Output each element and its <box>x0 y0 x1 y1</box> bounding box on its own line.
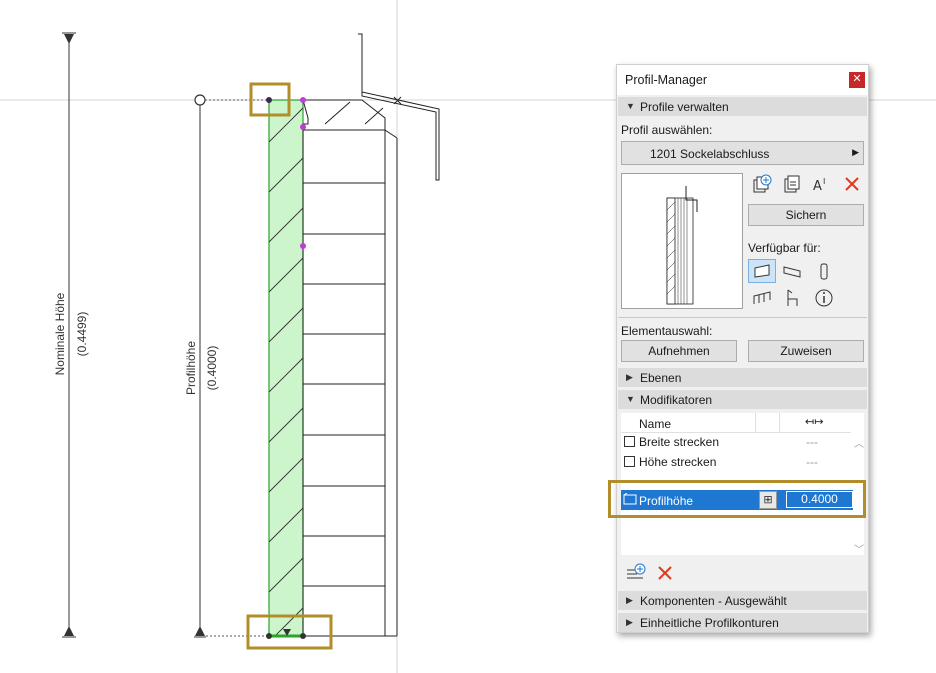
pick-button[interactable]: Aufnehmen <box>621 340 737 362</box>
table-row[interactable]: Höhe strecken --- <box>621 452 851 471</box>
table-row[interactable]: Breite strecken --- <box>621 432 851 451</box>
select-profile-label: Profil auswählen: <box>621 123 713 137</box>
profile-manager-palette: Profil-Manager ✕ ▼ Profile verwalten Pro… <box>616 64 869 633</box>
delete-icon[interactable] <box>841 173 863 195</box>
section-profile-manage[interactable]: ▼ Profile verwalten <box>618 97 867 116</box>
profile-dropdown[interactable]: 1201 Sockelabschluss ▶ <box>621 141 864 165</box>
svg-text:A: A <box>813 179 822 194</box>
handle-bottom-right[interactable] <box>300 633 306 639</box>
info-icon[interactable] <box>813 287 835 309</box>
close-icon[interactable]: ✕ <box>849 72 865 88</box>
handle-upper[interactable] <box>300 124 306 130</box>
object-tool-icon[interactable] <box>781 287 803 309</box>
selected-profile-value: 1201 Sockelabschluss <box>650 147 770 161</box>
nominal-height-dimension: Nominale Höhe (0.4499) <box>53 32 89 638</box>
scroll-down-icon[interactable]: ﹀ <box>854 541 864 556</box>
handle-bottom-left[interactable] <box>266 633 272 639</box>
section-uniform-contours[interactable]: ▶ Einheitliche Profilkonturen <box>618 613 867 632</box>
brick-wall <box>302 33 440 637</box>
duplicate-profile-icon[interactable] <box>781 173 803 195</box>
profile-preview <box>621 173 743 309</box>
stretch-width-checkbox[interactable] <box>624 436 635 447</box>
profile-height-label: Profilhöhe <box>184 341 198 395</box>
palette-title-bar[interactable]: Profil-Manager ✕ <box>617 65 868 95</box>
scroll-up-icon[interactable]: ︿ <box>854 435 864 450</box>
delete-modifier-icon[interactable] <box>654 562 676 584</box>
available-for-label: Verfügbar für: <box>748 241 821 255</box>
element-selection-label: Elementauswahl: <box>621 324 713 338</box>
section-layers[interactable]: ▶ Ebenen <box>618 368 867 387</box>
highlight-profile-height-row <box>608 480 866 518</box>
divider <box>618 317 867 318</box>
rename-icon[interactable]: AI <box>811 173 833 195</box>
profile-height-dimension: Profilhöhe (0.4000) <box>184 94 268 638</box>
table-header: Name ↤↦ <box>621 413 851 433</box>
profile-strip[interactable] <box>268 99 304 638</box>
column-tool-icon[interactable] <box>813 261 835 283</box>
profile-height-value: (0.4000) <box>205 346 219 391</box>
add-modifier-icon[interactable] <box>625 562 647 584</box>
chevron-right-icon: ▶ <box>626 372 633 382</box>
column-name: Name <box>639 417 672 431</box>
new-profile-icon[interactable] <box>751 173 773 195</box>
chevron-right-icon: ▶ <box>626 617 633 627</box>
chevron-down-icon: ▼ <box>626 394 635 404</box>
chevron-down-icon: ▼ <box>626 101 635 111</box>
chevron-right-icon: ▶ <box>626 595 633 605</box>
handle-top-right[interactable] <box>300 97 306 103</box>
handle-middle[interactable] <box>300 243 306 249</box>
handle-top-left[interactable] <box>266 97 272 103</box>
assign-button[interactable]: Zuweisen <box>748 340 864 362</box>
section-components[interactable]: ▶ Komponenten - Ausgewählt <box>618 591 867 610</box>
chevron-right-icon: ▶ <box>852 147 859 157</box>
nominal-height-value: (0.4499) <box>75 312 89 357</box>
nominal-height-label: Nominale Höhe <box>53 292 67 375</box>
palette-title: Profil-Manager <box>625 73 707 87</box>
save-button[interactable]: Sichern <box>748 204 864 226</box>
section-modifiers[interactable]: ▼ Modifikatoren <box>618 390 867 409</box>
railing-tool-icon[interactable] <box>751 287 773 309</box>
beam-tool-icon[interactable] <box>781 261 803 283</box>
stretch-height-checkbox[interactable] <box>624 456 635 467</box>
svg-text:I: I <box>823 177 825 186</box>
width-arrows-icon: ↤↦ <box>805 416 824 428</box>
wall-tool-icon[interactable] <box>748 259 776 283</box>
